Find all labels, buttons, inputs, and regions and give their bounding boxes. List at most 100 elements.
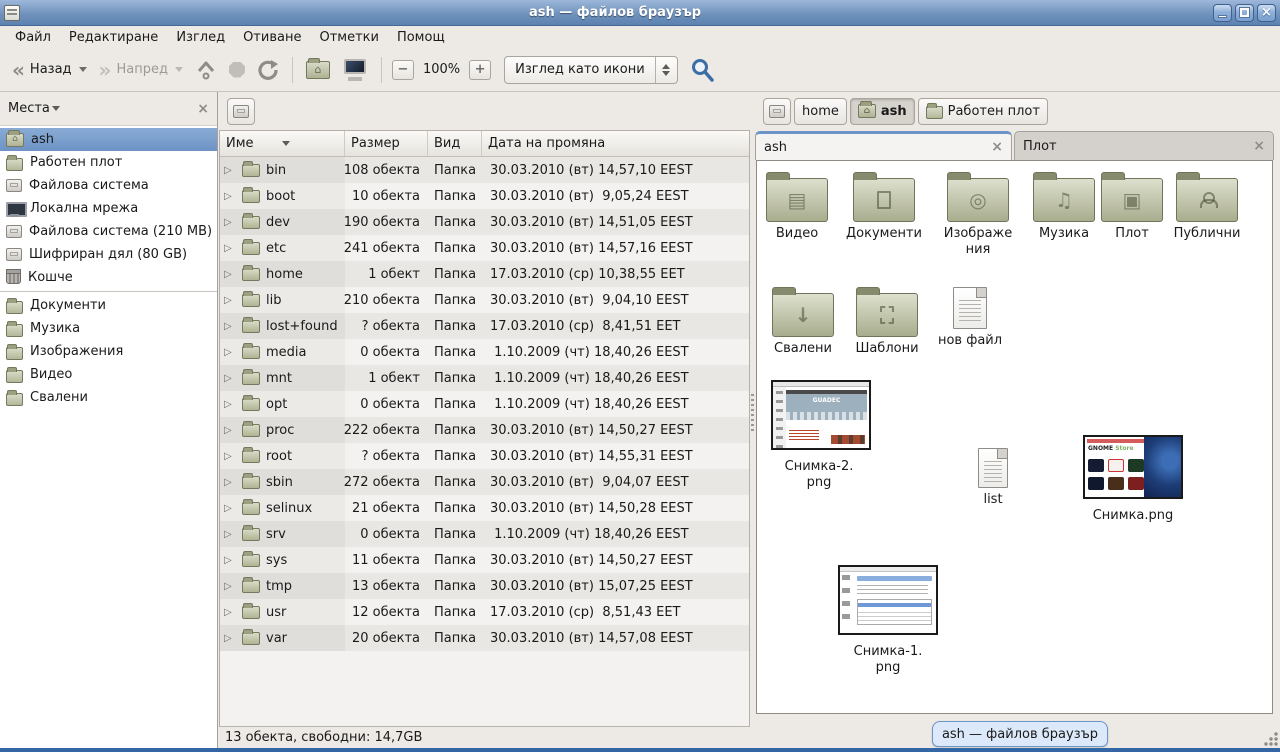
expander-icon[interactable]: ▷ [224,321,236,332]
table-row-opt[interactable]: ▷opt0 обектаПапка 1.10.2009 (чт) 18,40,2… [220,391,749,417]
sidebar-item-filesystem-210mb[interactable]: Файлова система (210 MB) [0,220,217,243]
expander-icon[interactable]: ▷ [224,217,236,228]
expander-icon[interactable]: ▷ [224,425,236,436]
expander-icon[interactable]: ▷ [224,503,236,514]
file-item-new-file[interactable]: нов файл [932,287,1008,349]
breadcrumb-home[interactable]: home [794,98,847,125]
back-history-arrow[interactable] [79,67,87,72]
folder-item-downloads[interactable]: ↓ Свалени [765,285,841,357]
folder-item-video[interactable]: ▤ Видео [759,170,835,242]
sidebar-title[interactable]: Места [8,101,50,116]
sidebar-item-downloads[interactable]: Свалени [0,386,217,409]
table-row-sys[interactable]: ▷sys11 обектаПапка30.03.2010 (вт) 14,50,… [220,547,749,573]
maximize-button[interactable] [1235,4,1254,22]
menu-file[interactable]: Файл [6,28,60,47]
table-row-proc[interactable]: ▷proc222 обектаПапка30.03.2010 (вт) 14,5… [220,417,749,443]
sidebar-item-documents[interactable]: Документи [0,294,217,317]
breadcrumb-root-filesystem[interactable] [227,98,255,125]
table-row-srv[interactable]: ▷srv0 обектаПапка 1.10.2009 (чт) 18,40,2… [220,521,749,547]
reload-button[interactable] [251,55,285,85]
view-mode-steppers[interactable] [655,57,677,83]
sidebar-item-network[interactable]: Локална мрежа [0,197,217,220]
sidebar-item-encrypted-80gb[interactable]: Шифриран дял (80 GB) [0,243,217,266]
snimka1-thumbnail[interactable] [838,565,938,635]
table-row-home[interactable]: ▷home1 обектПапка17.03.2010 (ср) 10,38,5… [220,261,749,287]
breadcrumb-ash[interactable]: ⌂ ash [850,98,915,125]
snimka2-thumbnail[interactable]: GUADEC [771,380,871,450]
expander-icon[interactable]: ▷ [224,295,236,306]
table-row-var[interactable]: ▷var20 обектаПапка30.03.2010 (вт) 14,57,… [220,625,749,651]
tab-close-icon[interactable]: × [991,140,1003,154]
up-button[interactable] [189,55,223,85]
expander-icon[interactable]: ▷ [224,165,236,176]
table-row-media[interactable]: ▷media0 обектаПапка 1.10.2009 (чт) 18,40… [220,339,749,365]
sidebar-item-pictures[interactable]: Изображения [0,340,217,363]
column-header-type[interactable]: Вид [428,131,482,156]
folder-item-documents[interactable]: Документи [842,170,926,242]
sidebar-item-music[interactable]: Музика [0,317,217,340]
table-row-selinux[interactable]: ▷selinux21 обектаПапка30.03.2010 (вт) 14… [220,495,749,521]
sidebar-item-trash[interactable]: Кошче [0,266,217,289]
breadcrumb-root-filesystem[interactable] [763,98,791,125]
close-button[interactable]: × [1257,4,1276,22]
file-item-list[interactable]: list [955,448,1031,508]
table-row-dev[interactable]: ▷dev190 обектаПапка30.03.2010 (вт) 14,51… [220,209,749,235]
stop-button[interactable] [223,58,251,82]
sidebar-item-video[interactable]: Видео [0,363,217,386]
table-row-sbin[interactable]: ▷sbin272 обектаПапка30.03.2010 (вт) 9,04… [220,469,749,495]
menu-view[interactable]: Изглед [167,28,234,47]
column-header-name[interactable]: Име [220,131,345,156]
menu-bookmarks[interactable]: Отметки [310,28,387,47]
back-button[interactable]: « Назад [6,58,93,81]
snimka-thumbnail[interactable]: GNOME Store [1083,435,1183,499]
resize-grip[interactable] [1263,731,1278,746]
computer-button[interactable] [336,55,374,85]
table-row-root[interactable]: ▷root? обектаПапка30.03.2010 (вт) 14,55,… [220,443,749,469]
taskbar-window-button[interactable]: ash — файлов браузър [932,721,1108,747]
table-row-tmp[interactable]: ▷tmp13 обектаПапка30.03.2010 (вт) 15,07,… [220,573,749,599]
table-row-bin[interactable]: ▷bin108 обектаПапка30.03.2010 (вт) 14,57… [220,157,749,183]
expander-icon[interactable]: ▷ [224,477,236,488]
sidebar-item-home[interactable]: ⌂ ash [0,128,217,151]
expander-icon[interactable]: ▷ [224,451,236,462]
expander-icon[interactable]: ▷ [224,607,236,618]
sidebar-title-dropdown-icon[interactable] [52,106,60,111]
menu-go[interactable]: Отиване [234,28,310,47]
folder-item-templates[interactable]: Шаблони [849,285,925,357]
folder-item-public[interactable]: Публични [1167,170,1247,242]
expander-icon[interactable]: ▷ [224,633,236,644]
menu-edit[interactable]: Редактиране [60,28,167,47]
folder-item-music[interactable]: ♫ Музика [1026,170,1102,242]
tab-ash[interactable]: ash × [755,131,1012,160]
search-button[interactable] [690,57,716,83]
sidebar-close-button[interactable]: × [197,102,209,116]
expander-icon[interactable]: ▷ [224,243,236,254]
sidebar-item-filesystem[interactable]: Файлова система [0,174,217,197]
tab-plot[interactable]: Плот × [1014,131,1274,160]
expander-icon[interactable]: ▷ [224,555,236,566]
table-row-mnt[interactable]: ▷mnt1 обектПапка 1.10.2009 (чт) 18,40,26… [220,365,749,391]
column-header-date[interactable]: Дата на промяна [482,131,749,156]
table-row-usr[interactable]: ▷usr12 обектаПапка17.03.2010 (ср) 8,51,4… [220,599,749,625]
home-button[interactable]: ⌂ [300,57,336,83]
zoom-out-button[interactable]: − [392,60,414,80]
expander-icon[interactable]: ▷ [224,191,236,202]
expander-icon[interactable]: ▷ [224,347,236,358]
expander-icon[interactable]: ▷ [224,529,236,540]
view-mode-select[interactable]: Изглед като икони [504,56,678,84]
expander-icon[interactable]: ▷ [224,581,236,592]
expander-icon[interactable]: ▷ [224,269,236,280]
table-row-lost-found[interactable]: ▷lost+found? обектаПапка17.03.2010 (ср) … [220,313,749,339]
zoom-in-button[interactable]: + [469,60,491,80]
forward-button[interactable]: » Напред [93,58,189,81]
sidebar-item-desktop[interactable]: Работен плот [0,151,217,174]
folder-item-pictures[interactable]: ◎ Изображения [942,170,1014,259]
table-row-etc[interactable]: ▷etc241 обектаПапка30.03.2010 (вт) 14,57… [220,235,749,261]
table-row-boot[interactable]: ▷boot10 обектаПапка30.03.2010 (вт) 9,05,… [220,183,749,209]
expander-icon[interactable]: ▷ [224,373,236,384]
expander-icon[interactable]: ▷ [224,399,236,410]
menu-help[interactable]: Помощ [388,28,454,47]
column-header-size[interactable]: Размер [345,131,428,156]
table-row-lib[interactable]: ▷lib210 обектаПапка30.03.2010 (вт) 9,04,… [220,287,749,313]
tab-close-icon[interactable]: × [1253,139,1265,153]
